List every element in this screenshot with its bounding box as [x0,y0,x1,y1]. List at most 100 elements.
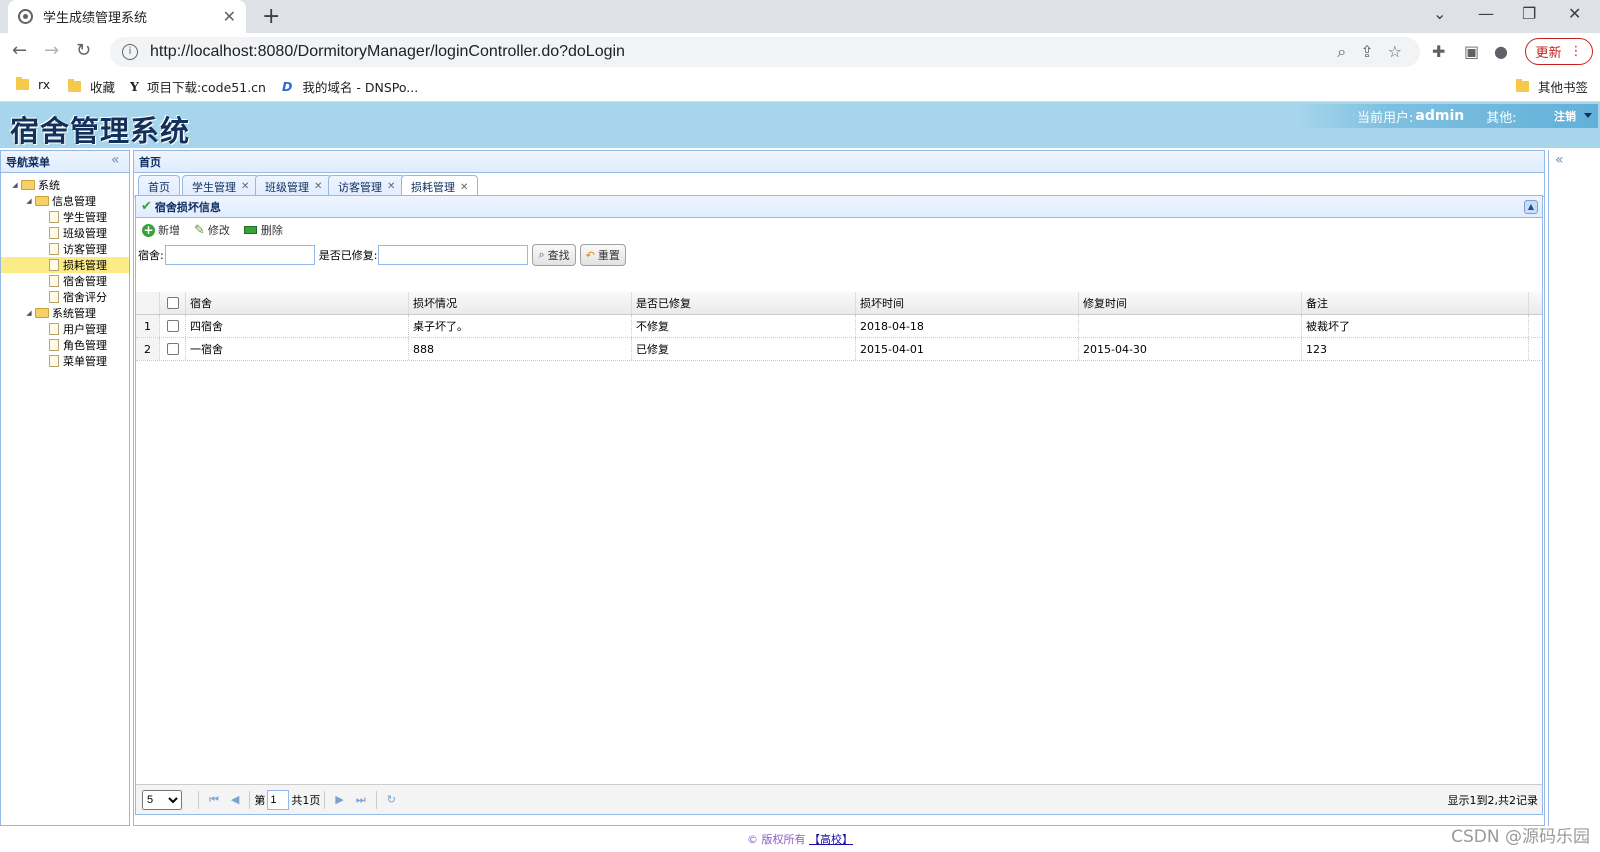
reload-icon[interactable]: ↻ [76,40,91,61]
close-icon[interactable]: ✕ [387,181,395,192]
close-window-icon[interactable]: ✕ [1568,4,1581,23]
tab-home[interactable]: 首页 [138,175,180,197]
tree-node[interactable]: 访客管理 [1,241,129,257]
logout-button[interactable]: 注销 [1554,108,1576,124]
add-label: 新增 [158,224,180,237]
page-prefix: 第 [254,793,266,807]
reset-button[interactable]: ↶ 重置 [579,244,626,266]
nav-panel-title: 导航菜单 [6,155,50,169]
tab-search-icon[interactable]: ⌄ [1433,4,1446,23]
app-header: 宿舍管理系统 当前用户: admin 其他: 注销 [0,102,1600,148]
close-tab-icon[interactable]: ✕ [223,7,236,26]
extensions-icon[interactable]: ✚ [1432,42,1445,61]
page-icon [49,291,59,303]
operation-toolbar: + 新增 ✎ 修改 删除 [136,218,1542,242]
table-row[interactable]: 1 四宿舍 桌子坏了。 不修复 2018-04-18 被裁坏了 [136,315,1542,338]
col-dorm[interactable]: 宿舍 [186,292,409,314]
page-number-input[interactable] [267,789,290,810]
tab-student[interactable]: 学生管理 ✕ [182,175,260,197]
tree-node[interactable]: 班级管理 [1,225,129,241]
prev-page-icon[interactable]: ◀ [231,793,239,806]
bookmark-favorites[interactable]: 收藏 [68,77,115,96]
zoom-icon[interactable]: ⌕ [1337,42,1346,62]
dnspod-logo-icon: D [282,79,293,94]
tree-node[interactable]: 宿舍管理 [1,273,129,289]
tree-node[interactable]: ◢ 系统管理 [1,305,129,321]
tab-class[interactable]: 班级管理 ✕ [255,175,333,197]
repaired-search-input[interactable] [378,245,529,265]
first-page-icon[interactable]: ⏮ [209,793,219,807]
close-icon[interactable]: ✕ [460,182,468,193]
col-damage-time[interactable]: 损坏时间 [856,292,1079,314]
tree-node[interactable]: 学生管理 [1,209,129,225]
add-button[interactable]: + 新增 [142,222,180,238]
footer-link[interactable]: 【高校】 [809,833,853,846]
bookmark-dnspod[interactable]: D 我的域名 - DNSPo... [282,77,418,96]
collapse-panel-icon[interactable]: ▲ [1524,200,1538,214]
col-damage[interactable]: 损坏情况 [409,292,632,314]
star-icon[interactable]: ☆ [1388,42,1402,62]
sidepanel-icon[interactable]: ▣ [1464,42,1479,61]
page-size-select[interactable]: 5 [142,789,182,810]
tab-label: 首页 [148,180,170,194]
last-page-icon[interactable]: ⏭ [356,793,366,807]
expand-right-icon[interactable]: « [1555,152,1564,168]
find-button[interactable]: ⌕ 查找 [532,244,576,266]
nav-panel-header: 导航菜单 [1,151,129,173]
row-checkbox[interactable] [166,343,179,355]
minimize-icon[interactable]: — [1478,4,1494,23]
info-icon[interactable]: i [122,44,138,60]
profile-icon[interactable]: ● [1494,42,1508,61]
bookmark-other[interactable]: 其他书签 [1516,77,1588,96]
collapse-left-icon[interactable]: « [111,152,120,168]
col-repaired[interactable]: 是否已修复 [632,292,856,314]
delete-button[interactable]: 删除 [243,222,283,238]
col-remark[interactable]: 备注 [1302,292,1529,314]
nav-panel: 导航菜单 « ◢ 系统 ◢ 信息管理 学生管理 班级管理 访客管理 损耗管理 宿舍管理 宿舍评分 ◢… [0,150,130,826]
expand-toggle-icon[interactable]: ◢ [23,197,35,205]
tree-node[interactable]: 菜单管理 [1,353,129,369]
add-icon: + [142,222,155,237]
tree-node[interactable]: 损耗管理 [1,257,129,273]
other-label: 其他: [1486,110,1517,126]
cell-damage: 桌子坏了。 [409,315,632,337]
tree-node[interactable]: ◢ 系统 [1,177,129,193]
expand-toggle-icon[interactable]: ◢ [9,181,21,189]
tab-visitor[interactable]: 访客管理 ✕ [328,175,406,197]
search-icon: ⌕ [538,248,545,261]
page-total: 共1页 [291,793,321,807]
row-check-cell [160,315,186,337]
forward-icon[interactable]: → [44,40,59,61]
row-checkbox[interactable] [166,320,179,332]
tree-node[interactable]: 宿舍评分 [1,289,129,305]
expand-toggle-icon[interactable]: ◢ [23,309,35,317]
find-label: 查找 [547,249,570,262]
folder-icon [68,79,81,92]
tree-node[interactable]: 用户管理 [1,321,129,337]
dorm-search-input[interactable] [164,245,315,265]
cell-remark: 123 [1302,338,1529,360]
restore-icon[interactable]: ❐ [1522,4,1536,23]
page-icon [49,259,59,271]
new-tab-icon[interactable]: + [262,4,280,29]
bookmark-rx[interactable]: rx [16,77,50,92]
current-user: admin [1415,108,1465,124]
bookmark-code51[interactable]: Y 项目下载:code51.cn [130,77,266,96]
tree-node[interactable]: ◢ 信息管理 [1,193,129,209]
close-icon[interactable]: ✕ [241,181,249,192]
close-icon[interactable]: ✕ [314,181,322,192]
caret-down-icon[interactable] [1584,113,1592,118]
table-row[interactable]: 2 一宿舍 888 已修复 2015-04-01 2015-04-30 123 [136,338,1542,361]
select-all-checkbox[interactable] [166,297,179,309]
folder-icon [16,77,29,90]
back-icon[interactable]: ← [12,40,27,61]
browser-tab[interactable]: 学生成绩管理系统 ✕ [8,0,246,33]
address-bar[interactable]: i http://localhost:8080/DormitoryManager… [110,37,1420,67]
edit-button[interactable]: ✎ 修改 [194,222,230,238]
share-icon[interactable]: ⇪ [1360,42,1373,62]
tree-node[interactable]: 角色管理 [1,337,129,353]
refresh-icon[interactable]: ↻ [387,793,396,806]
next-page-icon[interactable]: ▶ [335,793,343,806]
update-button[interactable]: 更新 ⋮ [1525,38,1593,65]
col-repair-time[interactable]: 修复时间 [1079,292,1302,314]
